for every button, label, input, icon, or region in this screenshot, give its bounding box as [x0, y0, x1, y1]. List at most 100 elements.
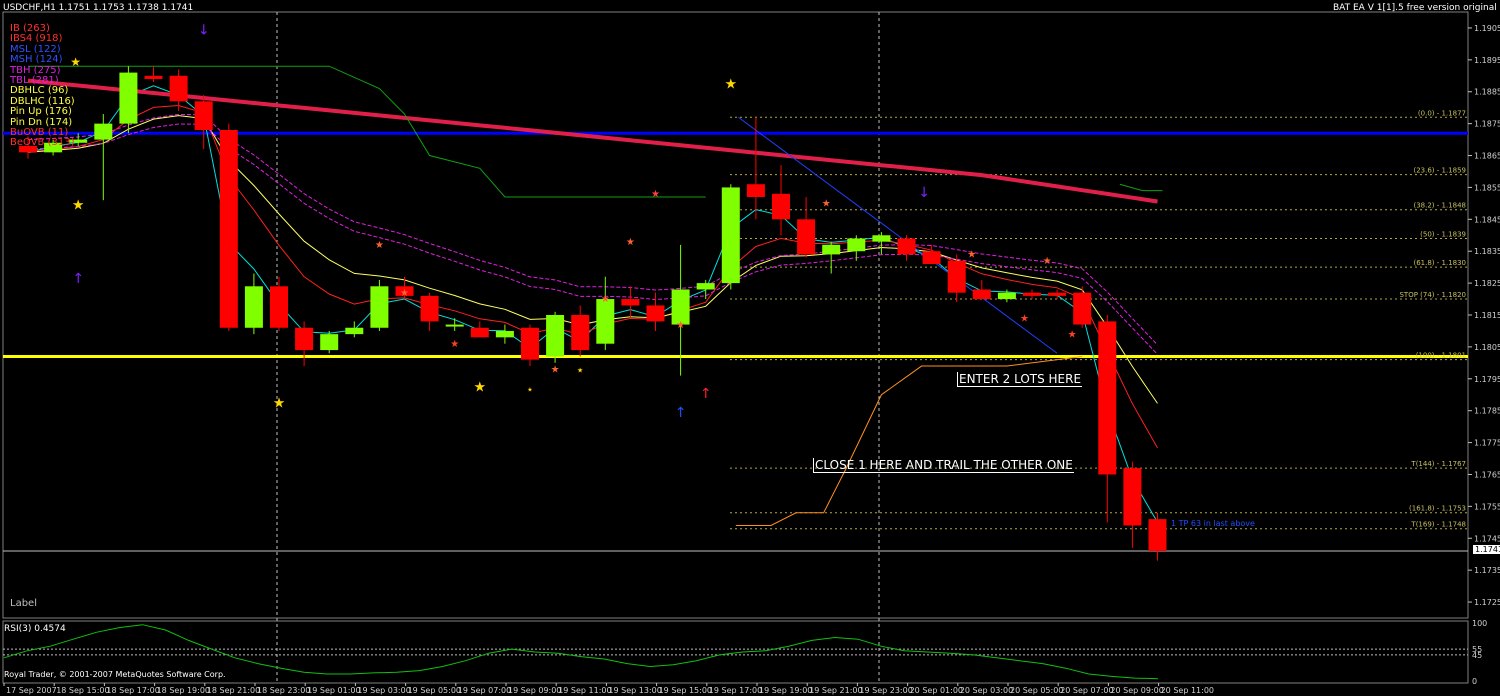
pattern-star-icon: ★ [822, 199, 831, 210]
candle-body [1123, 468, 1142, 526]
price-tick-label: 1.1835 [1474, 247, 1500, 256]
candle-body [270, 286, 288, 328]
pattern-star-icon: ★ [1020, 313, 1029, 324]
time-tick-label: 19 Sep 23:00 [859, 686, 912, 695]
time-tick-label: 20 Sep 11:00 [1161, 686, 1214, 695]
candle-body [696, 283, 715, 290]
pattern-star-icon: ★ [527, 387, 532, 394]
candle-body [320, 334, 339, 351]
ma-cyan [27, 85, 1158, 523]
candle-body [822, 244, 841, 255]
arrow-up-icon: ↑ [700, 386, 712, 402]
time-tick-label: 18 Sep 15:00 [56, 686, 109, 695]
arrow-down-icon: ↓ [918, 185, 930, 201]
close-annotation: CLOSE 1 HERE AND TRAIL THE OTHER ONE [813, 458, 1074, 473]
pattern-star-icon: ★ [651, 189, 660, 200]
price-tick-label: 1.1785 [1474, 407, 1500, 416]
chart-window[interactable]: 1.1905 1.1895 1.1885 1.1875 1.1865 1.1855 1.18… [0, 0, 1500, 696]
time-tick-label: 18 Sep 23:00 [257, 686, 310, 695]
rsi-scale-label: 100 [1472, 619, 1487, 628]
candle-body [144, 75, 163, 79]
price-tick-label: 1.1755 [1474, 502, 1500, 511]
rsi-label: RSI(3) 0.4574 [4, 624, 66, 634]
time-tick-label: 20 Sep 03:00 [960, 686, 1013, 695]
tp-note: 1 TP 63 in last above [1171, 519, 1255, 528]
candle-body [571, 315, 590, 351]
fib-level-label: (100) - 1.1801 [1416, 352, 1466, 360]
price-tick-label: 1.1795 [1474, 375, 1500, 384]
candle-body [596, 299, 615, 344]
candle-body [470, 327, 489, 338]
legend-item: BeOVB (313) [10, 137, 75, 149]
time-tick-label: 19 Sep 21:00 [809, 686, 862, 695]
time-tick-label: 18 Sep 21:00 [207, 686, 260, 695]
envelope-lower [27, 123, 1158, 355]
candle-body [772, 193, 790, 220]
candle-body [244, 286, 263, 328]
price-tick-label: 1.1885 [1474, 88, 1500, 97]
rsi-scale-label: 0 [1472, 677, 1477, 686]
candle-body [94, 123, 113, 140]
time-tick-label: 17 Sep 2007 [6, 686, 57, 695]
candle-body [972, 289, 991, 300]
time-tick-label: 19 Sep 13:00 [608, 686, 661, 695]
candle-body [420, 295, 439, 322]
candle-body [445, 324, 464, 327]
time-tick-label: 18 Sep 19:00 [157, 686, 210, 695]
symbol-info: USDCHF,H1 1.1751 1.1753 1.1738 1.1741 [3, 3, 194, 13]
candle-body [521, 327, 539, 360]
candle-body [872, 235, 891, 242]
price-tick-label: 1.1725 [1474, 598, 1500, 607]
ma-yellow [27, 115, 1158, 404]
candle-body [1023, 292, 1041, 296]
time-tick-label: 20 Sep 07:00 [1060, 686, 1113, 695]
price-tick-label: 1.1905 [1474, 24, 1500, 33]
candle-body [847, 238, 866, 252]
candle-body [219, 130, 238, 328]
candle-body [119, 72, 138, 124]
pattern-star-icon: ★ [551, 364, 560, 375]
candle-body [897, 238, 916, 255]
candle-body [1098, 321, 1117, 475]
candle-body [922, 251, 941, 264]
rsi-scale-label: 45 [1472, 651, 1482, 660]
pattern-star-icon: ★ [967, 250, 976, 261]
price-tick-label: 1.1815 [1474, 311, 1500, 320]
price-chart[interactable]: 1.1905 1.1895 1.1885 1.1875 1.1865 1.1855 1.18… [0, 0, 1500, 696]
price-tick-label: 1.1765 [1474, 470, 1500, 479]
time-tick-label: 20 Sep 01:00 [910, 686, 963, 695]
time-tick-label: 20 Sep 05:00 [1010, 686, 1063, 695]
candle-body [721, 187, 740, 284]
price-tick-label: 1.1845 [1474, 215, 1500, 224]
fib-level-label: T(169) - 1.1748 [1410, 521, 1466, 529]
price-tick-label: 1.1775 [1474, 439, 1500, 448]
time-tick-label: 19 Sep 19:00 [759, 686, 812, 695]
current-price-tag: 1.1741 [1473, 545, 1500, 554]
price-tick-label: 1.1735 [1474, 566, 1500, 575]
candle-body [370, 286, 389, 328]
candle-body [646, 305, 665, 322]
pattern-star-icon: ★ [577, 366, 583, 374]
pattern-star-icon: ★ [725, 77, 738, 93]
candle-body [947, 260, 966, 293]
candle-body [797, 219, 816, 255]
candle-body [1048, 292, 1067, 296]
price-tick-label: 1.1865 [1474, 152, 1500, 161]
price-tick-label: 1.1855 [1474, 183, 1500, 192]
pattern-star-icon: ★ [273, 395, 286, 411]
pattern-star-icon: ★ [474, 380, 487, 396]
trend-line-blue [738, 116, 1058, 354]
ma-long [27, 78, 1158, 204]
fib-level-label: STOP (74) - 1.1820 [1399, 291, 1466, 299]
price-tick-label: 1.1745 [1474, 534, 1500, 543]
pattern-star-icon: ★ [72, 198, 85, 214]
fib-level-label: (61.8) - 1.1830 [1413, 259, 1466, 267]
candle-body [621, 299, 640, 306]
fib-level-label: (38.2) - 1.1848 [1413, 202, 1466, 210]
candle-body [495, 330, 514, 338]
candle-body [194, 101, 213, 131]
enter-annotation: ENTER 2 LOTS HERE [957, 372, 1083, 387]
time-tick-label: 19 Sep 09:00 [508, 686, 561, 695]
price-tick-label: 1.1805 [1474, 343, 1500, 352]
candle-body [169, 75, 188, 102]
